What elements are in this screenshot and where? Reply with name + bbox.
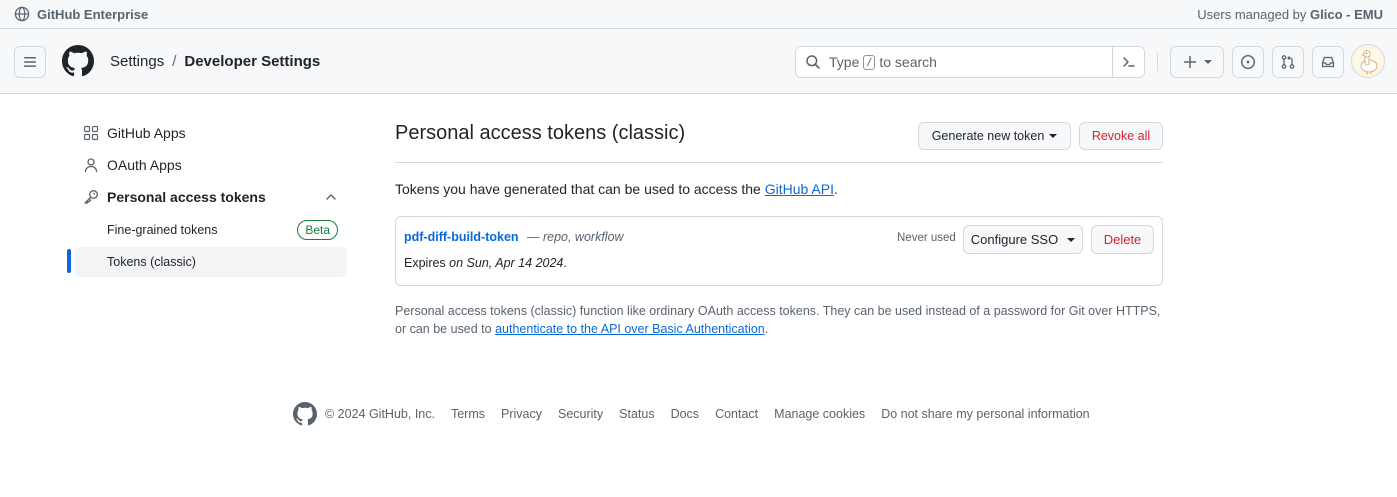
terminal-icon — [1122, 57, 1135, 67]
token-name-link[interactable]: pdf-diff-build-token — [404, 230, 519, 244]
key-icon — [83, 189, 99, 205]
global-header: Settings / Developer Settings Type / to … — [0, 29, 1397, 94]
sidebar-item-fine-grained-tokens[interactable]: Fine-grained tokens Beta — [75, 215, 347, 245]
search-input[interactable]: Type / to search — [795, 46, 1145, 78]
triangle-down-icon — [1204, 60, 1212, 64]
globe-icon — [14, 6, 30, 22]
footer-copyright: © 2024 GitHub, Inc. — [325, 407, 435, 421]
search-shortcut-key: / — [863, 54, 876, 70]
sidebar-item-personal-access-tokens[interactable]: Personal access tokens — [83, 189, 266, 205]
token-scopes: — repo, workflow — [527, 230, 624, 244]
git-pull-request-icon — [1281, 55, 1295, 69]
triangle-down-icon — [1067, 237, 1076, 242]
revoke-all-button[interactable]: Revoke all — [1079, 122, 1163, 150]
expires-date: on Sun, Apr 14 2024 — [449, 256, 564, 270]
intro-end: . — [833, 181, 838, 197]
search-icon — [806, 55, 820, 69]
intro-body: Tokens you have generated that can be us… — [395, 181, 761, 197]
delete-label: Delete — [1103, 232, 1142, 247]
intro-text: Tokens you have generated that can be us… — [395, 181, 838, 197]
person-icon — [83, 157, 99, 173]
menu-button[interactable] — [14, 46, 46, 78]
search-placeholder: Type / to search — [829, 54, 937, 70]
footer-link-security[interactable]: Security — [558, 407, 603, 421]
generate-new-token-button[interactable]: Generate new token — [918, 122, 1071, 150]
create-new-button[interactable] — [1170, 46, 1224, 78]
header-divider — [1157, 53, 1158, 71]
active-indicator — [67, 249, 71, 273]
beta-badge: Beta — [297, 220, 338, 240]
configure-sso-label: Configure SSO — [970, 232, 1059, 247]
search-prefix: Type — [829, 54, 860, 70]
enterprise-label: GitHub Enterprise — [37, 6, 149, 22]
breadcrumb-settings[interactable]: Settings — [110, 53, 164, 70]
footer-link-terms[interactable]: Terms — [451, 407, 485, 421]
inbox-button[interactable] — [1312, 46, 1344, 78]
page-title: Personal access tokens (classic) — [395, 122, 686, 144]
goose-avatar-icon — [1360, 50, 1378, 75]
site-footer: © 2024 GitHub, Inc. Terms Privacy Securi… — [293, 402, 1106, 426]
footer-link-status[interactable]: Status — [619, 407, 654, 421]
breadcrumb-developer-settings[interactable]: Developer Settings — [184, 53, 320, 70]
command-palette-button[interactable] — [1112, 47, 1144, 77]
token-expiration: Expires on Sun, Apr 14 2024. — [404, 256, 567, 270]
pull-requests-button[interactable] — [1272, 46, 1304, 78]
search-suffix: to search — [879, 54, 937, 70]
issues-button[interactable] — [1232, 46, 1264, 78]
breadcrumb: Settings / Developer Settings — [110, 53, 320, 70]
expires-prefix: Expires — [404, 256, 446, 270]
expires-end: . — [563, 256, 567, 270]
footer-link-contact[interactable]: Contact — [715, 407, 758, 421]
sidebar-sub-label: Fine-grained tokens — [107, 223, 218, 237]
basic-auth-link[interactable]: authenticate to the API over Basic Authe… — [495, 322, 765, 336]
footer-link-do-not-share[interactable]: Do not share my personal information — [881, 407, 1089, 421]
footer-link-docs[interactable]: Docs — [671, 407, 699, 421]
github-logo-icon[interactable] — [293, 402, 317, 426]
generate-new-token-label: Generate new token — [931, 129, 1045, 143]
apps-icon — [83, 125, 99, 141]
sidebar-item-label: Personal access tokens — [107, 189, 266, 205]
chevron-up-icon[interactable] — [324, 190, 338, 204]
sidebar-item-label: GitHub Apps — [107, 125, 186, 141]
issue-opened-icon — [1240, 54, 1256, 70]
breadcrumb-separator: / — [172, 53, 177, 70]
plus-icon — [1183, 55, 1197, 69]
managed-by-text: Users managed by Glico - EMU — [1197, 7, 1383, 22]
title-divider — [395, 162, 1163, 163]
triangle-down-icon — [1049, 134, 1058, 138]
token-last-used: Never used — [897, 232, 956, 244]
delete-token-button[interactable]: Delete — [1091, 225, 1154, 254]
footnote-text: Personal access tokens (classic) functio… — [395, 302, 1163, 338]
enterprise-bar: GitHub Enterprise Users managed by Glico… — [0, 0, 1397, 29]
sidebar-item-tokens-classic[interactable]: Tokens (classic) — [75, 247, 347, 277]
github-logo-icon[interactable] — [62, 45, 94, 77]
revoke-all-label: Revoke all — [1091, 129, 1151, 143]
token-list-item: pdf-diff-build-token — repo, workflow Ex… — [395, 216, 1163, 286]
sidebar-item-oauth-apps[interactable]: OAuth Apps — [83, 157, 182, 173]
enterprise-label-group: GitHub Enterprise — [14, 6, 148, 22]
configure-sso-button[interactable]: Configure SSO — [963, 225, 1083, 254]
sidebar-item-label: OAuth Apps — [107, 157, 182, 173]
footnote-end: . — [764, 322, 769, 336]
managed-prefix: Users managed by — [1197, 6, 1307, 22]
footer-link-privacy[interactable]: Privacy — [501, 407, 542, 421]
sidebar-item-github-apps[interactable]: GitHub Apps — [83, 125, 186, 141]
avatar[interactable] — [1351, 44, 1385, 78]
managed-org: Glico - EMU — [1310, 6, 1383, 22]
sidebar-sub-label: Tokens (classic) — [107, 255, 196, 269]
inbox-icon — [1321, 56, 1335, 68]
footer-link-manage-cookies[interactable]: Manage cookies — [774, 407, 865, 421]
hamburger-icon — [24, 57, 36, 67]
github-api-link[interactable]: GitHub API — [765, 181, 834, 197]
